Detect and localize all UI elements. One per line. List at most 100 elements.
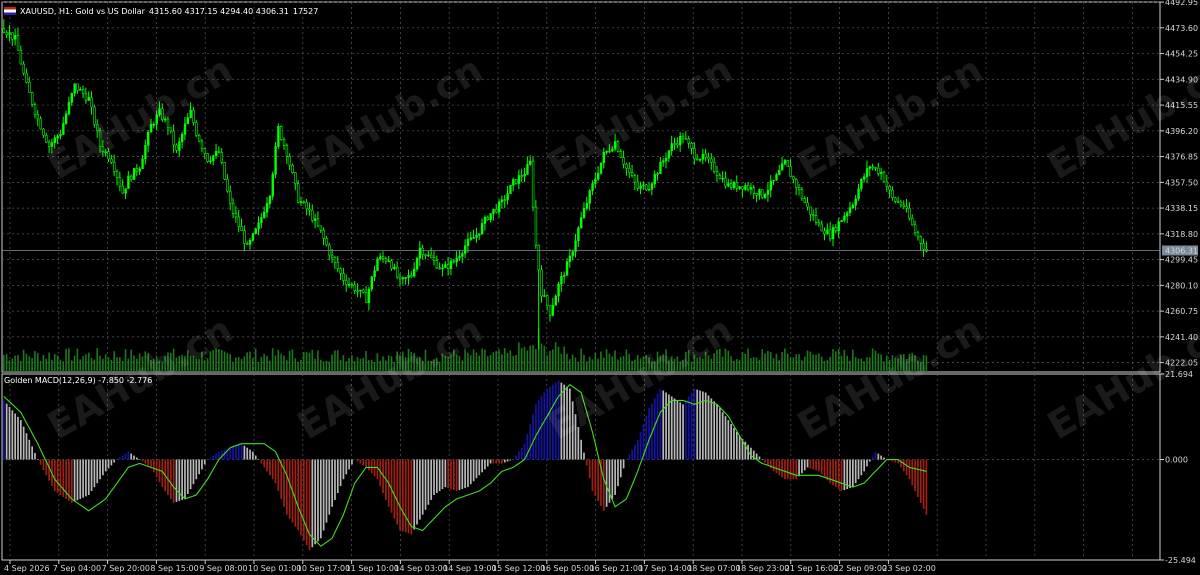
macd-histogram-bar: [39, 459, 42, 465]
candle-body: [517, 175, 521, 184]
macd-histogram-bar: [113, 459, 116, 463]
macd-histogram-bar: [19, 420, 22, 460]
volume-bar: [19, 360, 22, 372]
macd-histogram-bar: [826, 459, 829, 481]
macd-histogram-bar: [277, 459, 280, 492]
candle-body: [724, 177, 727, 187]
macd-histogram-bar: [362, 459, 365, 466]
macd-histogram-bar: [252, 451, 254, 460]
candle-body: [537, 244, 540, 271]
volume-bar: [600, 351, 602, 372]
chart-header: XAUUSD, H1: Gold vs US Dollar 4315.60 43…: [4, 4, 318, 18]
volume-bar: [39, 360, 42, 372]
volume-bar: [515, 354, 517, 372]
price-tick-label: 4357.50: [1165, 178, 1198, 187]
candle-body: [393, 266, 396, 269]
candle-body: [857, 188, 860, 200]
macd-histogram-bar: [696, 389, 699, 460]
macd-histogram-bar: [138, 459, 141, 461]
macd-histogram-bar: [110, 459, 113, 466]
macd-histogram-bar: [515, 455, 517, 460]
macd-histogram-bar: [450, 459, 452, 490]
macd-histogram-bar: [905, 459, 908, 476]
volume-bar: [784, 348, 786, 372]
macd-histogram-bar: [53, 459, 56, 492]
volume-bar: [503, 348, 506, 372]
volume-bar: [266, 355, 268, 372]
macd-histogram-bar: [518, 451, 520, 460]
candle-body: [746, 185, 750, 190]
macd-histogram-bar: [704, 392, 707, 460]
macd-histogram-bar: [96, 459, 99, 484]
candle-body: [223, 162, 226, 180]
candle-body: [342, 273, 345, 281]
candle-body: [761, 189, 764, 198]
candle-body: [676, 143, 679, 146]
candle-body: [763, 194, 767, 198]
macd-histogram-bar: [370, 459, 373, 474]
candle-body: [659, 161, 662, 174]
volume-bar: [345, 361, 348, 372]
time-tick-label: 16 Sep 05:00: [541, 564, 594, 573]
candle-body: [560, 276, 563, 285]
macd-histogram-bar: [325, 459, 328, 523]
macd-histogram-bar: [82, 459, 84, 498]
macd-histogram-bar: [85, 459, 87, 497]
candle-body: [772, 179, 775, 182]
candle-body: [664, 157, 668, 162]
volume-bar: [93, 359, 96, 372]
macd-histogram-bar: [656, 393, 659, 460]
macd-histogram-bar: [294, 459, 297, 527]
macd-histogram-bar: [260, 459, 263, 464]
macd-histogram-bar: [489, 459, 492, 464]
tick-volume: 17527: [292, 6, 319, 16]
macd-histogram-bar: [402, 459, 404, 532]
candle-body: [311, 209, 314, 221]
macd-histogram-bar: [237, 444, 240, 460]
macd-histogram-bar: [843, 459, 846, 491]
volume-bar: [302, 352, 305, 372]
candle-body: [902, 204, 906, 207]
candle-body: [427, 254, 430, 257]
volume-bar: [574, 357, 577, 372]
volume-bar: [498, 349, 500, 372]
time-tick-label: 21 Sep 16:00: [785, 564, 838, 573]
candle-body: [831, 227, 835, 240]
macd-histogram-bar: [535, 404, 537, 460]
macd-histogram-bar: [155, 459, 158, 478]
macd-histogram-bar: [636, 439, 639, 460]
macd-histogram-bar: [823, 459, 826, 478]
macd-histogram-bar: [458, 459, 461, 491]
volume-bar: [478, 355, 481, 372]
macd-histogram-bar: [435, 459, 438, 494]
candle-body: [636, 181, 640, 189]
candle-body: [367, 288, 371, 303]
volume-bar: [277, 349, 280, 372]
volume-bar: [229, 354, 231, 372]
trading-chart-window[interactable]: 4492.95 4473.60 4454.25 4434.90 4415.55 4396.…: [0, 0, 1200, 575]
macd-histogram-bar: [614, 459, 616, 495]
volume-bar: [852, 349, 854, 372]
candle-body: [797, 187, 801, 190]
candle-body: [653, 174, 657, 185]
candle-body: [305, 201, 308, 210]
volume-bar: [837, 349, 840, 372]
macd-histogram-bar: [421, 459, 424, 515]
candle-body: [497, 201, 501, 213]
macd-histogram-bar: [673, 398, 676, 460]
macd-histogram-bar: [11, 410, 14, 460]
volume-bar: [62, 361, 65, 372]
candle-body: [557, 283, 560, 297]
volume-bar: [17, 354, 19, 372]
candle-body: [11, 32, 14, 40]
candle-body: [28, 81, 31, 94]
volume-bar: [322, 361, 325, 372]
macd-histogram-bar: [815, 459, 817, 471]
candle-body: [322, 229, 325, 239]
macd-histogram-bar: [87, 459, 90, 495]
candle-body: [87, 97, 91, 101]
candle-body: [79, 89, 82, 91]
volume-bar: [325, 360, 328, 372]
volume-bar: [721, 356, 724, 372]
candle-body: [911, 217, 914, 226]
